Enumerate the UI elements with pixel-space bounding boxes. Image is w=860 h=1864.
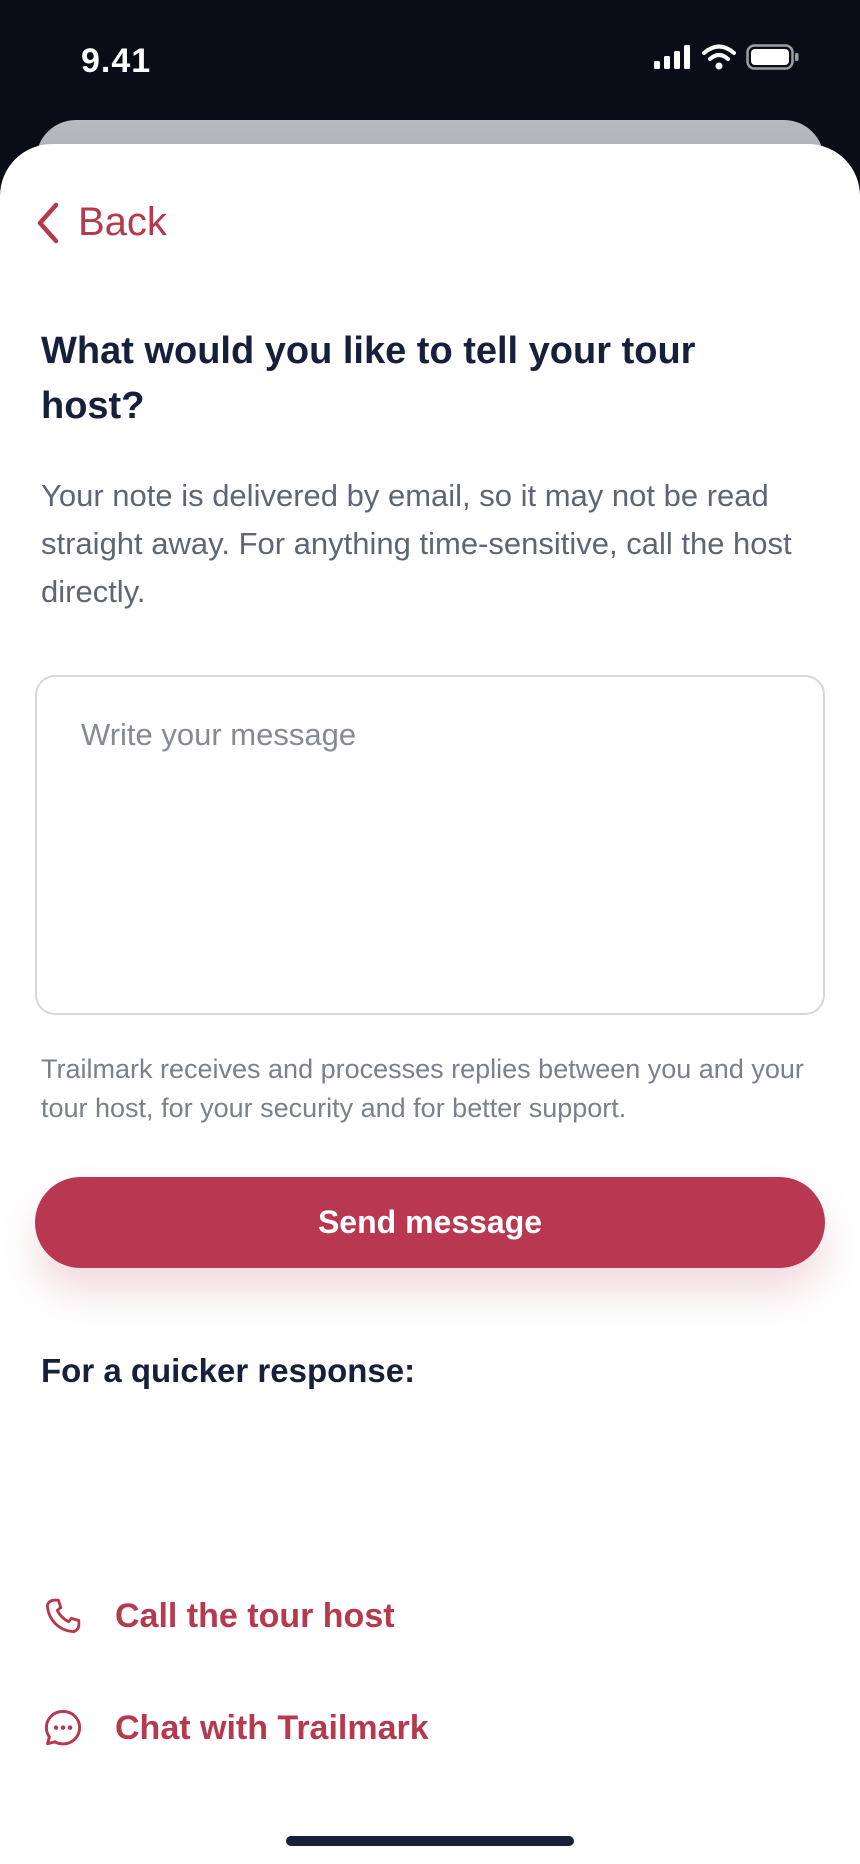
wifi-icon [702, 44, 736, 75]
status-icons [654, 44, 800, 75]
privacy-disclaimer: Trailmark receives and processes replies… [41, 1054, 804, 1123]
back-button[interactable]: Back [36, 200, 167, 245]
back-label: Back [78, 200, 167, 244]
call-host-label: Call the tour host [115, 1596, 395, 1635]
home-indicator[interactable] [286, 1836, 574, 1846]
chat-link[interactable]: Chat with Trailmark [41, 1706, 429, 1750]
battery-icon [746, 44, 800, 75]
intro-text: Your note is delivered by email, so it m… [41, 478, 792, 609]
phone-icon [41, 1594, 85, 1638]
quick-response-heading: For a quicker response: [41, 1352, 416, 1389]
page-title: What would you like to tell your tour ho… [41, 330, 696, 427]
chat-bubble-icon [41, 1706, 85, 1750]
message-sheet: Back What would you like to tell your to… [0, 144, 860, 1864]
send-message-button[interactable]: Send message [35, 1177, 825, 1268]
message-input[interactable] [35, 675, 825, 1015]
signal-icon [654, 45, 692, 74]
call-host-link[interactable]: Call the tour host [41, 1594, 395, 1638]
chat-label: Chat with Trailmark [115, 1708, 429, 1747]
status-time: 9.41 [81, 42, 152, 80]
chevron-left-icon [37, 202, 59, 243]
status-bar: 9.41 [0, 0, 860, 120]
